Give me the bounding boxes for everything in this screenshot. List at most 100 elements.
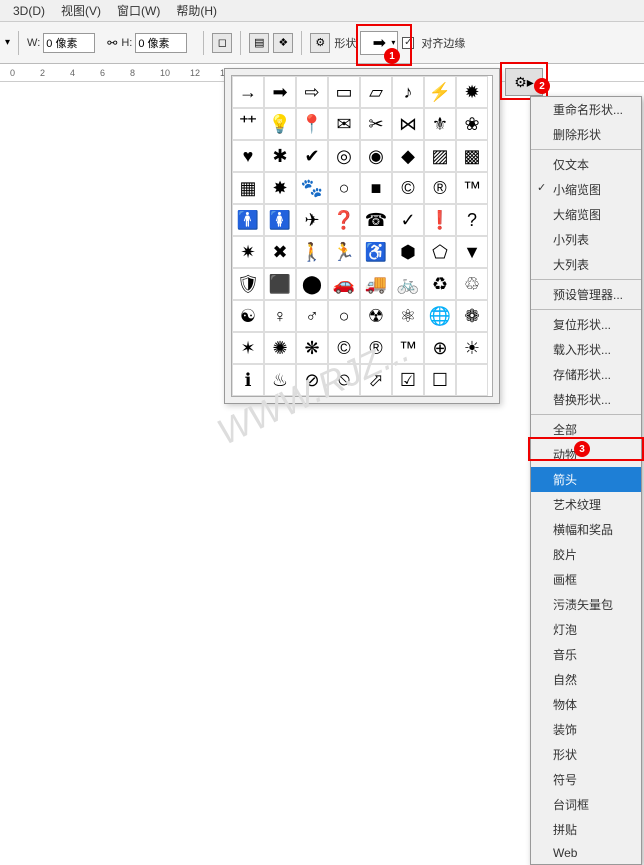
menu-item-ornaments[interactable]: 装饰 (531, 717, 641, 742)
shape-fleur[interactable]: ⚜ (424, 108, 456, 140)
shape-scissors[interactable]: ✂ (360, 108, 392, 140)
shape-car[interactable]: 🚗 (328, 268, 360, 300)
shape-frame[interactable]: ▱ (360, 76, 392, 108)
shape-pentagon[interactable]: ⬠ (424, 236, 456, 268)
menu-item-objects[interactable]: 物体 (531, 692, 641, 717)
shape-plane[interactable]: ✈ (296, 204, 328, 236)
menu-item-tiles[interactable]: 拼贴 (531, 817, 641, 842)
menu-item-banners[interactable]: 横幅和奖品 (531, 517, 641, 542)
shape-bike[interactable]: 🚲 (392, 268, 424, 300)
shape-exclaim[interactable]: ❗ (424, 204, 456, 236)
shape-burst[interactable]: ✹ (456, 76, 488, 108)
shape-registered2[interactable]: ® (360, 332, 392, 364)
shape-pin[interactable]: 📍 (296, 108, 328, 140)
menu-item-arrows[interactable]: 箭头 (531, 467, 641, 492)
shape-burst10[interactable]: ❋ (296, 332, 328, 364)
shape-venus[interactable]: ♀ (264, 300, 296, 332)
shape-tm2[interactable]: ™ (392, 332, 424, 364)
menu-item-film[interactable]: 胶片 (531, 542, 641, 567)
menu-item-large-list[interactable]: 大列表 (531, 252, 641, 277)
arrange-icon[interactable]: ❖ (273, 33, 293, 53)
shape-bow[interactable]: ⋈ (392, 108, 424, 140)
align-icon[interactable]: ▤ (249, 33, 269, 53)
menu-item-text[interactable]: 仅文本 (531, 152, 641, 177)
menu-item-small-thumb[interactable]: 小缩览图 (531, 177, 641, 202)
shape-flame[interactable]: ♨ (264, 364, 296, 396)
shape-arrow-r-outline[interactable]: ⇨ (296, 76, 328, 108)
shape-envelope[interactable]: ✉ (328, 108, 360, 140)
shape-check2[interactable]: ✓ (392, 204, 424, 236)
menu-3D(D)[interactable]: 3D(D) (5, 4, 53, 18)
path-op-icon[interactable]: ◻ (212, 33, 232, 53)
shape-globe[interactable]: 🌐 (424, 300, 456, 332)
menu-item-grime[interactable]: 污渍矢量包 (531, 592, 641, 617)
shape-crosshair[interactable]: ⊕ (424, 332, 456, 364)
shape-diamond[interactable]: ◆ (392, 140, 424, 172)
shape-octagon[interactable]: ⬢ (392, 236, 424, 268)
shape-ring[interactable]: ○ (328, 300, 360, 332)
menu-视图(V)[interactable]: 视图(V) (53, 2, 109, 19)
menu-item-reset[interactable]: 复位形状... (531, 312, 641, 337)
shape-sun[interactable]: ☀ (456, 332, 488, 364)
menu-item-replace[interactable]: 替换形状... (531, 387, 641, 412)
shape-grid[interactable]: ▦ (232, 172, 264, 204)
shape-burst8[interactable]: ✸ (264, 172, 296, 204)
shape-yinyang[interactable]: ☯ (232, 300, 264, 332)
shape-mars[interactable]: ♂ (296, 300, 328, 332)
shape-copyright[interactable]: © (392, 172, 424, 204)
menu-item-save[interactable]: 存储形状... (531, 362, 641, 387)
shape-target-b[interactable]: ◉ (360, 140, 392, 172)
shape-square[interactable]: ■ (360, 172, 392, 204)
menu-窗口(W)[interactable]: 窗口(W) (109, 2, 168, 19)
shape-copyright2[interactable]: © (328, 332, 360, 364)
menu-item-web[interactable]: Web (531, 842, 641, 864)
shape-truck[interactable]: 🚚 (360, 268, 392, 300)
shape-arrow-r-thin[interactable]: → (232, 76, 264, 108)
shape-question[interactable]: ? (456, 204, 488, 236)
gear-icon[interactable]: ⚙ (310, 33, 330, 53)
menu-帮助(H)[interactable]: 帮助(H) (168, 2, 225, 19)
shape-note[interactable]: ♪ (392, 76, 424, 108)
shape-blob[interactable]: ✱ (264, 140, 296, 172)
shape-box[interactable]: ☐ (424, 364, 456, 396)
shape-x[interactable]: ✖ (264, 236, 296, 268)
menu-item-frames[interactable]: 画框 (531, 567, 641, 592)
shape-recycle1[interactable]: ♻ (424, 268, 456, 300)
menu-item-delete[interactable]: 删除形状 (531, 122, 641, 147)
shape-checker[interactable]: ▩ (456, 140, 488, 172)
shape-atom[interactable]: ⚛ (392, 300, 424, 332)
menu-item-load[interactable]: 载入形状... (531, 337, 641, 362)
shape-bolt[interactable]: ⚡ (424, 76, 456, 108)
shape-target-s[interactable]: ◎ (328, 140, 360, 172)
menu-item-preset[interactable]: 预设管理器... (531, 282, 641, 307)
shape-walk[interactable]: 🚶 (296, 236, 328, 268)
shape-heart[interactable]: ♥ (232, 140, 264, 172)
shape-walk2[interactable]: 🏃 (328, 236, 360, 268)
shape-grass[interactable]: ⺿ (232, 108, 264, 140)
shape-radiation[interactable]: ☢ (360, 300, 392, 332)
shape-arrow-r-bold[interactable]: ➡ (264, 76, 296, 108)
shape-star[interactable]: ✷ (232, 236, 264, 268)
shape-check[interactable]: ✔ (296, 140, 328, 172)
shape-female[interactable]: 🚺 (264, 204, 296, 236)
menu-item-large-thumb[interactable]: 大缩览图 (531, 202, 641, 227)
shape-checkbox[interactable]: ☑ (392, 364, 424, 396)
menu-item-symbols[interactable]: 符号 (531, 767, 641, 792)
shape-burst9[interactable]: ✺ (264, 332, 296, 364)
shape-no[interactable]: ⊘ (296, 364, 328, 396)
menu-item-rename[interactable]: 重命名形状... (531, 97, 641, 122)
shape-decor[interactable]: ❀ (456, 108, 488, 140)
width-input[interactable] (43, 33, 95, 53)
shape-male[interactable]: 🚹 (232, 204, 264, 236)
shape-tm[interactable]: ™ (456, 172, 488, 204)
shape-star6[interactable]: ✶ (232, 332, 264, 364)
menu-item-talk[interactable]: 台词框 (531, 792, 641, 817)
height-input[interactable] (135, 33, 187, 53)
shape-shield2[interactable]: ⬛ (264, 268, 296, 300)
menu-item-small-list[interactable]: 小列表 (531, 227, 641, 252)
shape-shield3[interactable]: ⬤ (296, 268, 328, 300)
shape-paw[interactable]: 🐾 (296, 172, 328, 204)
link-icon[interactable]: ⚯ (107, 36, 117, 50)
menu-item-music[interactable]: 音乐 (531, 642, 641, 667)
shape-cursor[interactable]: ⬀ (360, 364, 392, 396)
